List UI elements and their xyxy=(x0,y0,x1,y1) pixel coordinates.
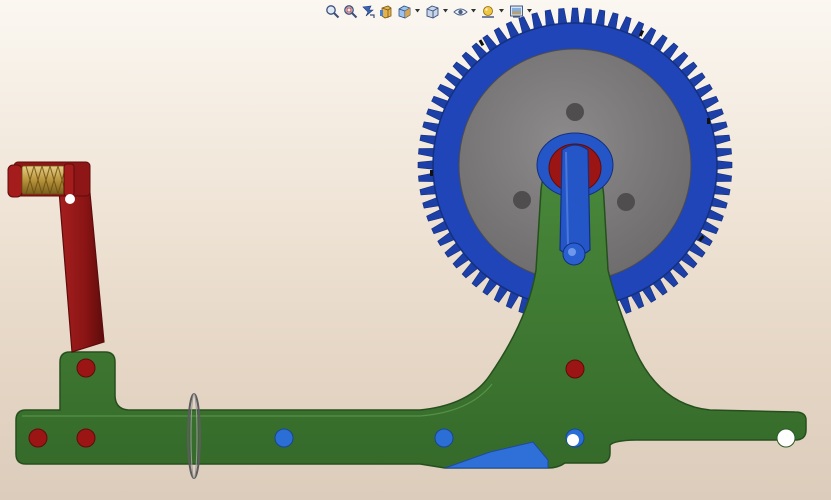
view-orientation-button[interactable] xyxy=(396,3,413,20)
red-pin xyxy=(76,358,96,378)
gear-disk-hole xyxy=(513,191,531,209)
blue-pin xyxy=(434,428,454,448)
zoom-to-area-button[interactable] xyxy=(342,3,359,20)
red-pin xyxy=(76,428,96,448)
red-pin xyxy=(28,428,48,448)
chevron-down-icon xyxy=(498,9,504,13)
red-pin xyxy=(565,359,585,379)
hide-show-items-button[interactable] xyxy=(452,3,469,20)
chevron-down-icon xyxy=(526,9,532,13)
gear-ring-mark xyxy=(478,39,485,47)
hide-show-items-dropdown[interactable] xyxy=(470,3,476,20)
heads-up-view-toolbar xyxy=(324,2,535,20)
apply-scene-button[interactable] xyxy=(508,3,525,20)
crank-hole xyxy=(65,194,75,204)
section-view-button[interactable] xyxy=(378,3,395,20)
apply-scene-dropdown[interactable] xyxy=(526,3,532,20)
handle-end-cap xyxy=(7,164,23,198)
edit-appearance-button[interactable] xyxy=(480,3,497,20)
blue-pin xyxy=(274,428,294,448)
link-bar xyxy=(559,144,591,257)
frame-hole xyxy=(776,428,796,448)
edit-appearance-icon xyxy=(482,5,494,18)
edit-appearance-dropdown[interactable] xyxy=(498,3,504,20)
model-view[interactable] xyxy=(0,0,831,500)
previous-view-icon xyxy=(362,5,375,18)
handle-collar xyxy=(63,163,75,197)
zoom-to-area-icon xyxy=(344,4,358,18)
display-style-icon xyxy=(426,5,439,18)
view-orientation-icon xyxy=(398,5,411,18)
chevron-down-icon xyxy=(414,9,420,13)
hide-show-items-icon xyxy=(453,8,468,15)
crank-arm xyxy=(57,171,105,353)
chevron-down-icon xyxy=(470,9,476,13)
zoom-to-fit-button[interactable] xyxy=(324,3,341,20)
gear-disk-hole xyxy=(566,103,584,121)
crank-handle-assembly[interactable] xyxy=(7,161,105,353)
graphics-area[interactable] xyxy=(0,0,831,500)
gear-ring-mark xyxy=(430,170,433,176)
frame-hole xyxy=(567,434,579,446)
display-style-button[interactable] xyxy=(424,3,441,20)
apply-scene-icon xyxy=(510,5,523,18)
chevron-down-icon xyxy=(442,9,448,13)
zoom-to-fit-icon xyxy=(326,4,340,18)
section-view-icon xyxy=(380,5,392,18)
view-orientation-dropdown[interactable] xyxy=(414,3,420,20)
gear-ring-mark xyxy=(707,118,710,124)
gear-disk-hole xyxy=(617,193,635,211)
previous-view-button[interactable] xyxy=(360,3,377,20)
link-pin-highlight xyxy=(568,248,576,256)
display-style-dropdown[interactable] xyxy=(442,3,448,20)
